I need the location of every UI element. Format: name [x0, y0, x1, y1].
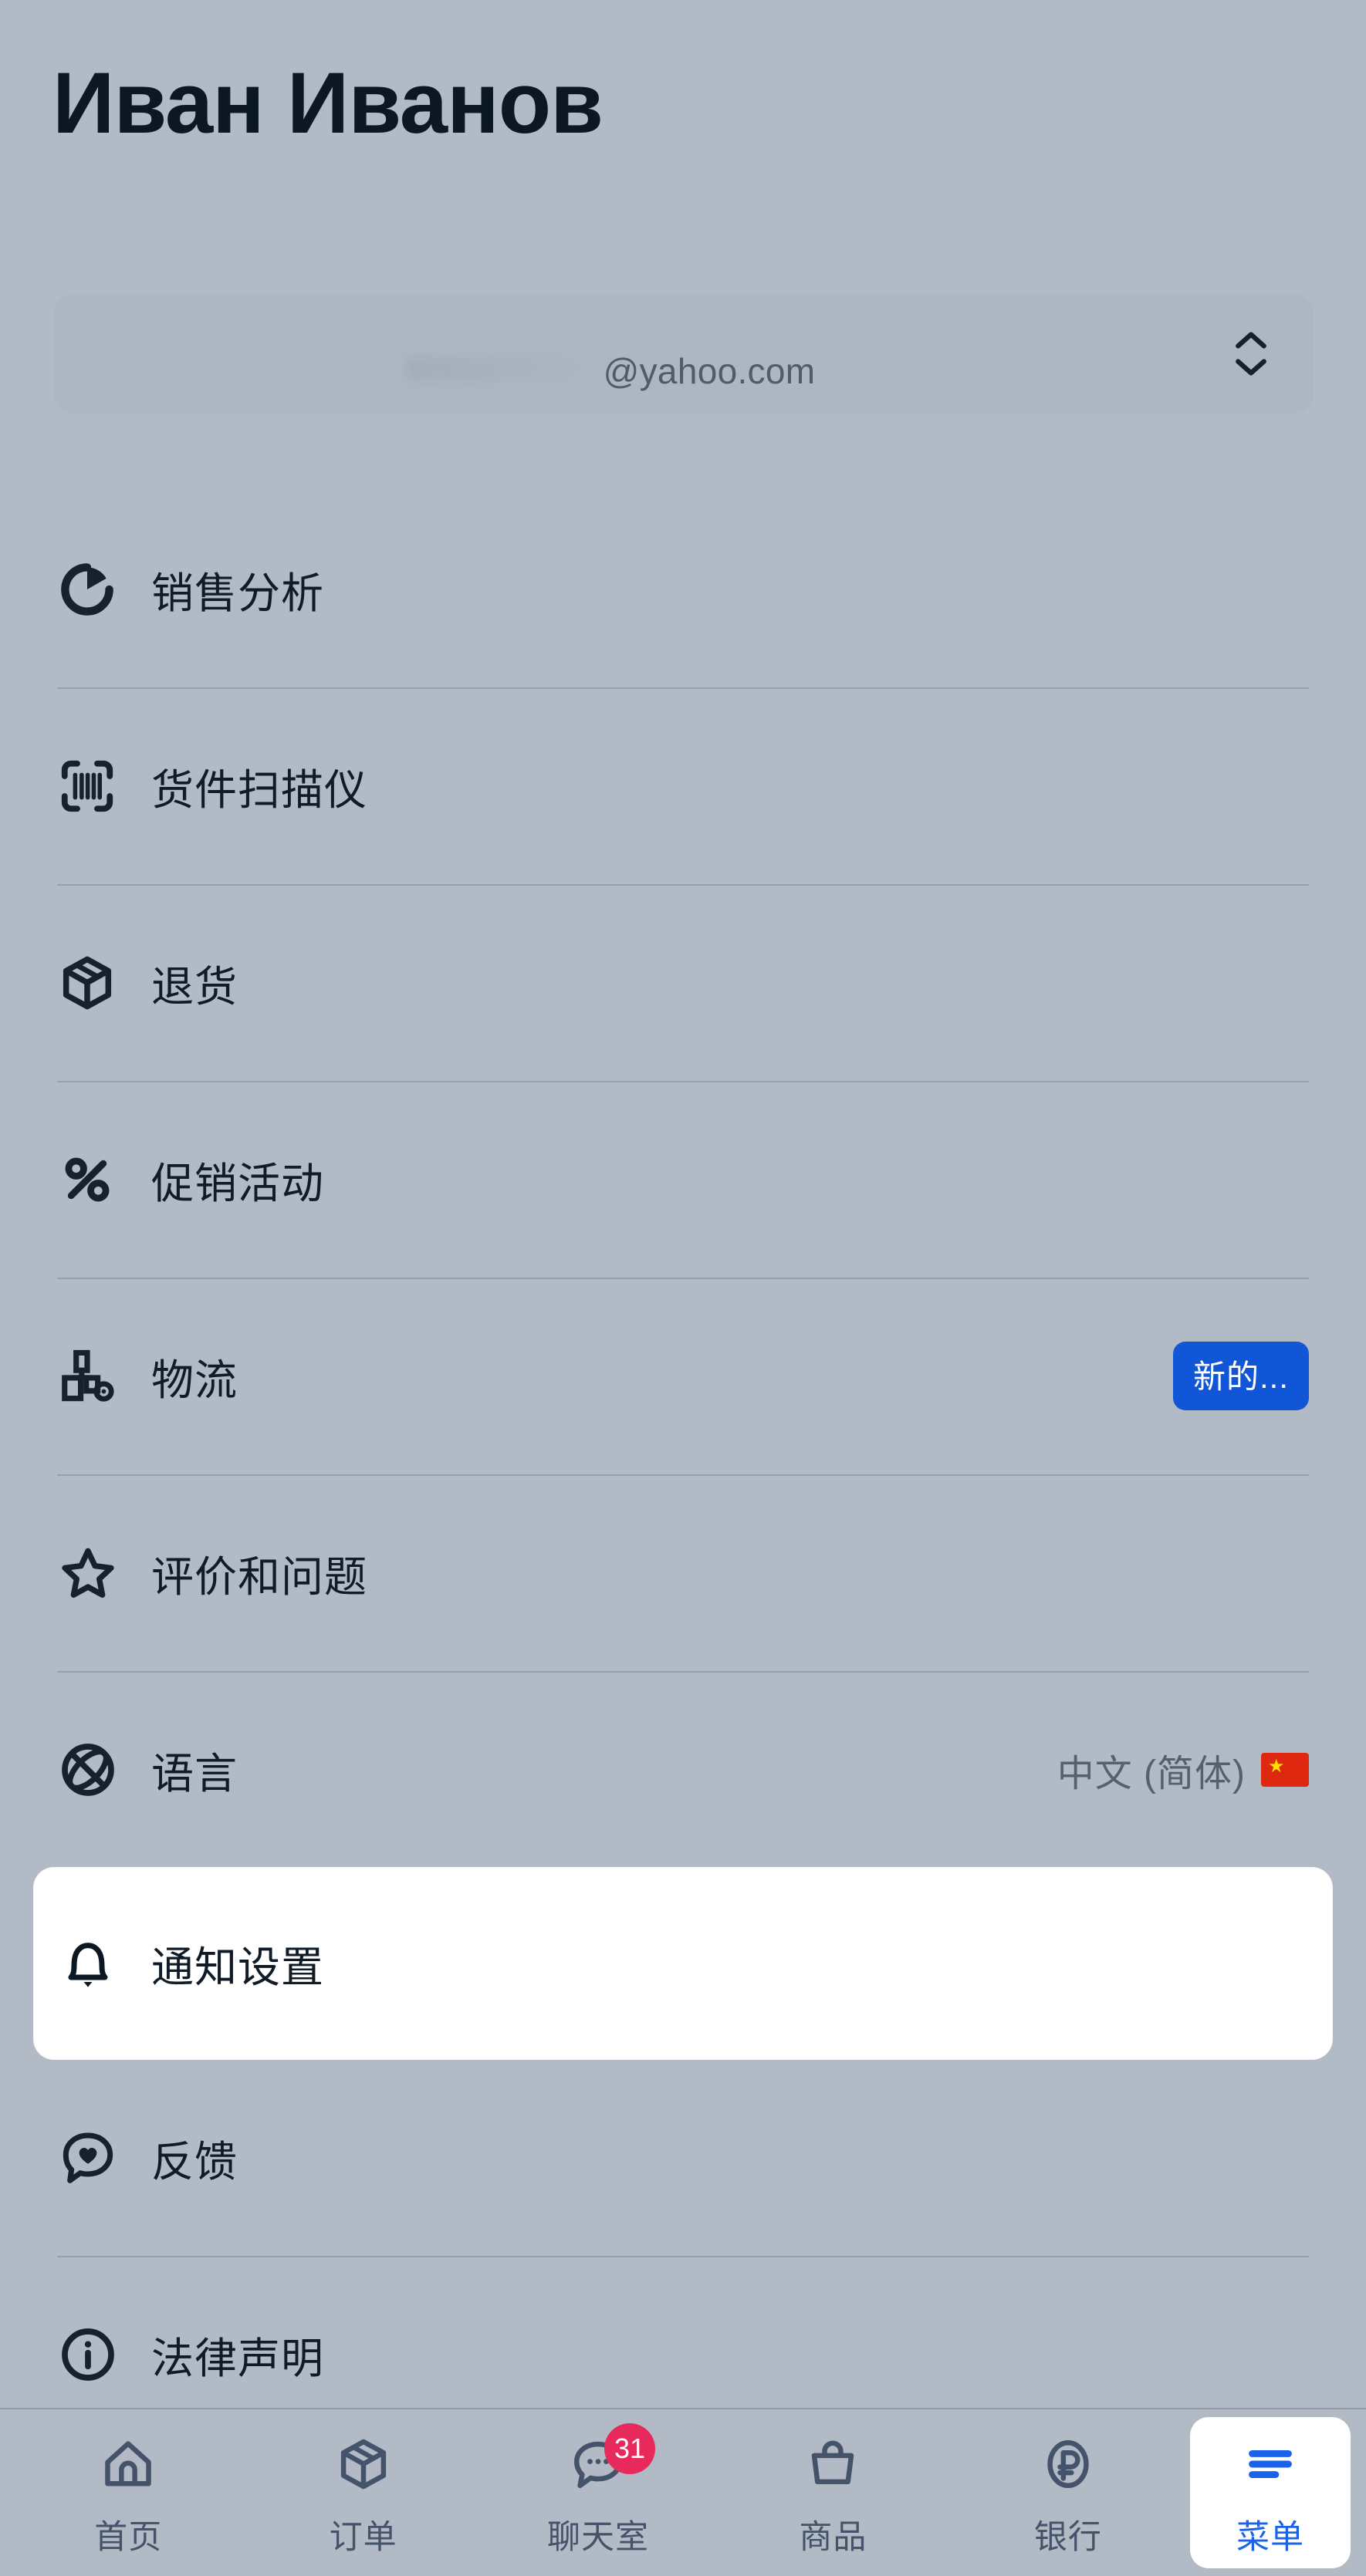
info-circle-icon [57, 2324, 131, 2385]
menu-item-feedback[interactable]: 反馈 [0, 2059, 1366, 2256]
china-flag-icon [1261, 1752, 1309, 1787]
language-value: 中文 (简体) [1057, 1753, 1246, 1794]
account-email-wrap: @yahoo.com [90, 294, 1224, 414]
redacted-email-local-part [405, 357, 599, 380]
nav-item-label: 银行 [1033, 2519, 1102, 2556]
nav-item-label: 首页 [94, 2519, 163, 2556]
account-selector[interactable]: @yahoo.com [54, 294, 1314, 414]
menu-item-shipment-scanner[interactable]: 货件扫描仪 [0, 687, 1366, 884]
menu-item-reviews-and-questions[interactable]: 评价和问题 [0, 1474, 1366, 1671]
menu-item-sales-analytics[interactable]: 销售分析 [0, 491, 1366, 687]
menu-item-label: 物流 [151, 1356, 238, 1404]
nav-item-chat[interactable]: 31 聊天室 [481, 2409, 715, 2576]
bell-icon [57, 1933, 131, 1994]
logistics-icon [57, 1346, 131, 1406]
page-title: Иван Иванов [52, 55, 604, 151]
nav-item-orders[interactable]: 订单 [245, 2409, 480, 2576]
barcode-scanner-icon [57, 756, 131, 816]
account-email: @yahoo.com [405, 350, 816, 392]
star-icon [57, 1542, 131, 1604]
nav-item-label: 聊天室 [547, 2519, 650, 2556]
nav-item-bank[interactable]: 银行 [951, 2409, 1185, 2576]
menu-item-notification-settings[interactable]: 通知设置 [34, 1868, 1332, 2059]
nav-item-label: 菜单 [1236, 2519, 1305, 2556]
menu-item-label: 法律声明 [151, 2334, 325, 2382]
menu-item-language[interactable]: 语言 中文 (简体) [0, 1671, 1366, 1868]
package-box-icon [57, 953, 131, 1013]
bottom-navigation-bar: 首页 订单 31 聊天室 商品 银行 菜单 [0, 2408, 1366, 2576]
shopping-bag-icon [804, 2427, 861, 2501]
nav-item-label: 订单 [329, 2519, 397, 2556]
orders-box-icon [335, 2427, 392, 2501]
menu-item-label: 退货 [151, 962, 238, 1011]
menu-item-returns[interactable]: 退货 [0, 884, 1366, 1081]
chat-unread-badge: 31 [604, 2423, 656, 2474]
feedback-heart-icon [57, 2127, 131, 2189]
home-icon [100, 2427, 157, 2501]
globe-icon [57, 1739, 131, 1801]
menu-list: 销售分析 货件扫描仪 退货 促销活动 物流 新的... 评价和问题 语言 中文 … [0, 491, 1366, 2453]
menu-item-logistics[interactable]: 物流 新的... [0, 1278, 1366, 1474]
status-badge: 新的... [1172, 1342, 1309, 1410]
hamburger-menu-icon [1242, 2427, 1299, 2501]
menu-item-label: 语言 [151, 1749, 238, 1798]
sales-analytics-icon [57, 559, 131, 620]
menu-item-label: 销售分析 [151, 569, 325, 617]
nav-item-label: 商品 [799, 2519, 867, 2556]
percent-icon [57, 1150, 131, 1210]
menu-item-label: 评价和问题 [151, 1552, 368, 1601]
nav-item-menu[interactable]: 菜单 [1190, 2417, 1351, 2568]
account-email-domain: @yahoo.com [603, 351, 816, 391]
nav-item-products[interactable]: 商品 [715, 2409, 950, 2576]
menu-screen: Иван Иванов @yahoo.com 销售分析 货件扫描仪 退货 促销活… [0, 0, 1366, 2576]
menu-item-label: 促销活动 [151, 1159, 325, 1207]
menu-item-label: 通知设置 [151, 1943, 325, 1991]
menu-item-label: 货件扫描仪 [151, 765, 368, 814]
ruble-coin-icon [1040, 2427, 1097, 2501]
chevron-up-down-icon[interactable] [1224, 330, 1278, 377]
menu-item-label: 反馈 [151, 2137, 238, 2186]
nav-item-home[interactable]: 首页 [11, 2409, 245, 2576]
menu-item-promotions[interactable]: 促销活动 [0, 1081, 1366, 1278]
